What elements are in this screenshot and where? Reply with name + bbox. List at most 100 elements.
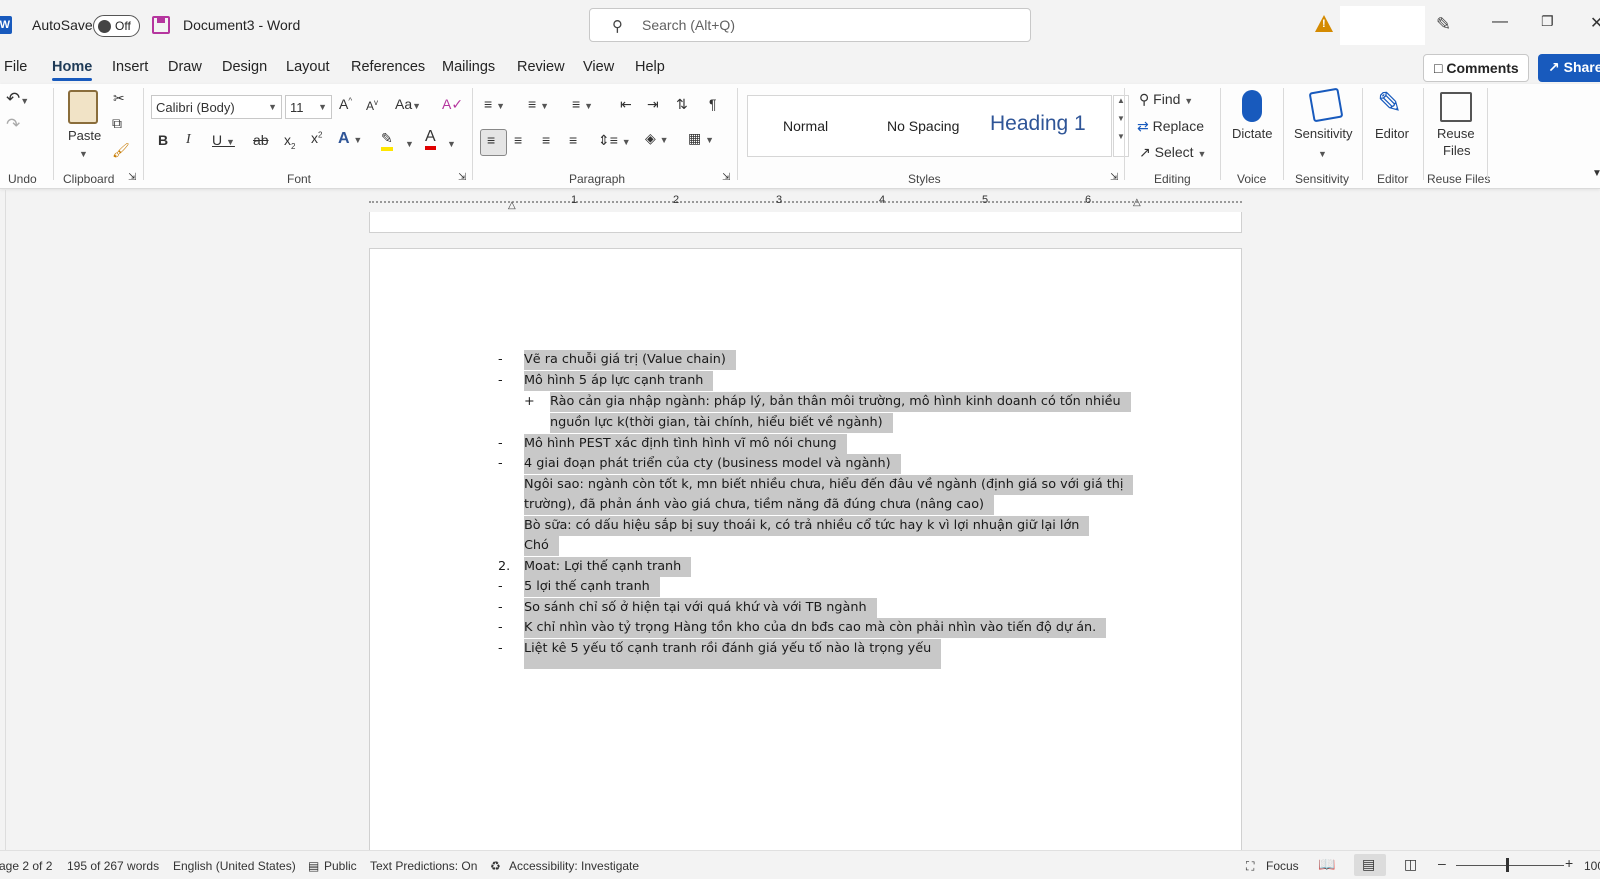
warning-icon[interactable]: ! (1315, 15, 1333, 32)
style-heading-1[interactable]: Heading 1 (990, 112, 1086, 136)
show-formatting-icon[interactable]: ¶ (709, 96, 717, 112)
list-item[interactable]: - 4 giai đoạn phát triển của cty (busines… (498, 454, 901, 474)
borders-icon[interactable]: ▦ ▼ (688, 130, 714, 147)
read-mode-icon[interactable]: 📖 (1318, 856, 1335, 873)
change-case-icon[interactable]: Aa▼ (395, 96, 421, 112)
sensitivity-dropdown-icon[interactable]: ▼ (1318, 144, 1327, 160)
close-icon[interactable]: ✕ (1590, 13, 1600, 33)
tab-file[interactable]: File (4, 59, 27, 75)
editor-icon[interactable]: ✎ (1377, 86, 1402, 121)
sensitivity-status[interactable]: Public (324, 859, 357, 873)
text-predictions[interactable]: Text Predictions: On (370, 859, 477, 873)
tab-home[interactable]: Home (52, 59, 93, 81)
select-button[interactable]: ↗ Select ▼ (1139, 144, 1206, 161)
sort-icon[interactable]: ⇅ (676, 96, 688, 113)
align-left-icon[interactable]: ≡ (487, 132, 495, 148)
sensitivity-label[interactable]: Sensitivity (1294, 126, 1353, 141)
replace-button[interactable]: ⇄ Replace (1137, 118, 1204, 135)
reuse-files-label-2[interactable]: Files (1443, 143, 1470, 158)
subscript-icon[interactable]: x2 (284, 132, 295, 151)
tab-layout[interactable]: Layout (286, 59, 330, 75)
zoom-level[interactable]: 100% (1584, 859, 1600, 873)
accessibility-status[interactable]: Accessibility: Investigate (509, 859, 639, 873)
zoom-thumb[interactable] (1506, 858, 1509, 872)
autosave-toggle[interactable]: Off (93, 15, 140, 37)
style-no-spacing[interactable]: No Spacing (887, 118, 959, 134)
redo-icon[interactable]: ↷ (6, 115, 20, 135)
numbering-icon[interactable]: ≡ ▼ (528, 96, 549, 112)
search-box[interactable]: ⚲ Search (Alt+Q) (589, 8, 1031, 42)
minimize-icon[interactable]: — (1492, 13, 1508, 31)
tab-help[interactable]: Help (635, 59, 665, 75)
editor-label[interactable]: Editor (1375, 126, 1409, 141)
list-item[interactable]: nguồn lực k(thời gian, tài chính, hiểu b… (550, 413, 893, 433)
styles-launcher-icon[interactable]: ⇲ (1110, 172, 1118, 183)
increase-indent-icon[interactable]: ⇥ (647, 96, 659, 113)
italic-icon[interactable]: I (186, 132, 191, 148)
list-item[interactable]: Ngôi sao: ngành còn tốt k, mn biết nhiều… (524, 475, 1134, 495)
decrease-indent-icon[interactable]: ⇤ (620, 96, 632, 113)
list-item[interactable]: - K chỉ nhìn vào tỷ trọng Hàng tồn kho củ… (498, 618, 1107, 638)
focus-mode[interactable]: Focus (1266, 859, 1299, 873)
web-layout-icon[interactable]: ◫ (1404, 856, 1417, 873)
highlight-color-icon[interactable]: ✎ (381, 130, 393, 151)
highlight-dropdown-icon[interactable]: ▼ (405, 134, 414, 150)
find-button[interactable]: ⚲ Find ▼ (1139, 91, 1193, 108)
text-effects-icon[interactable]: A ▼ (338, 130, 362, 148)
font-color-dropdown-icon[interactable]: ▼ (447, 134, 456, 150)
comments-button[interactable]: □ Comments (1423, 54, 1529, 82)
word-count[interactable]: 195 of 267 words (67, 859, 159, 873)
font-name-combo[interactable]: Calibri (Body) ▼ (151, 95, 282, 119)
reuse-files-icon[interactable] (1440, 92, 1472, 122)
strikethrough-icon[interactable]: ab (253, 132, 269, 148)
grow-font-icon[interactable]: A^ (339, 96, 352, 112)
zoom-in-icon[interactable]: + (1565, 855, 1573, 871)
clear-formatting-icon[interactable]: A✓ (442, 96, 463, 113)
save-icon[interactable] (152, 16, 170, 34)
document-page[interactable]: - Vẽ ra chuỗi giá trị (Value chain) - Mô h… (369, 248, 1242, 850)
paste-icon[interactable] (68, 90, 98, 124)
sensitivity-icon[interactable] (1308, 87, 1344, 123)
list-item[interactable]: trường), đã phản ánh vào giá chưa, tiềm … (524, 495, 995, 515)
account-area[interactable] (1340, 6, 1425, 45)
designer-pen-icon[interactable]: ✎ (1436, 14, 1451, 35)
style-normal[interactable]: Normal (783, 118, 828, 134)
font-size-combo[interactable]: 11 ▼ (285, 95, 332, 119)
share-button[interactable]: ↗ Share (1538, 54, 1600, 82)
list-item[interactable]: Chó (524, 536, 559, 556)
tab-review[interactable]: Review (517, 59, 565, 75)
superscript-icon[interactable]: x2 (311, 130, 322, 146)
page-count[interactable]: Page 2 of 2 (0, 859, 52, 873)
paragraph-launcher-icon[interactable]: ⇲ (722, 172, 730, 183)
format-painter-icon[interactable]: 🖌 (112, 142, 130, 159)
tab-mailings[interactable]: Mailings (442, 59, 495, 75)
copy-icon[interactable]: ⧉ (112, 115, 122, 132)
list-item[interactable]: - 5 lợi thế cạnh tranh (498, 577, 660, 597)
dictate-label[interactable]: Dictate (1232, 126, 1272, 141)
zoom-slider[interactable] (1456, 865, 1564, 866)
tab-design[interactable]: Design (222, 59, 267, 75)
cut-icon[interactable]: ✂ (113, 90, 125, 107)
list-item[interactable]: - So sánh chỉ số ở hiện tại với quá khứ v… (498, 598, 877, 618)
microphone-icon[interactable] (1242, 90, 1262, 122)
font-color-icon[interactable]: A (425, 128, 436, 150)
underline-icon[interactable]: U ▼ (212, 132, 235, 148)
indent-marker-icon[interactable]: △ (508, 200, 516, 211)
right-indent-icon[interactable]: △ (1133, 197, 1141, 208)
list-item[interactable]: - Vẽ ra chuỗi giá trị (Value chain) (498, 350, 736, 370)
list-item[interactable]: - Mô hình PEST xác định tình hình vĩ mô n… (498, 434, 847, 454)
collapse-ribbon-icon[interactable]: ▼ (1592, 168, 1600, 179)
paste-label[interactable]: Paste (68, 128, 101, 143)
bold-icon[interactable]: B (158, 132, 168, 148)
zoom-out-icon[interactable]: – (1438, 855, 1446, 871)
styles-scroll[interactable]: ▲ ▼ ▼ (1113, 95, 1129, 157)
tab-view[interactable]: View (583, 59, 614, 75)
line-spacing-icon[interactable]: ⇕≡ ▼ (598, 132, 631, 149)
language[interactable]: English (United States) (173, 859, 296, 873)
reuse-files-label-1[interactable]: Reuse (1437, 126, 1475, 141)
shrink-font-icon[interactable]: Av (366, 98, 378, 113)
multilevel-list-icon[interactable]: ≡ ▼ (572, 96, 593, 112)
align-right-icon[interactable]: ≡ (542, 132, 550, 148)
clipboard-launcher-icon[interactable]: ⇲ (128, 172, 136, 183)
justify-icon[interactable]: ≡ (569, 132, 577, 148)
